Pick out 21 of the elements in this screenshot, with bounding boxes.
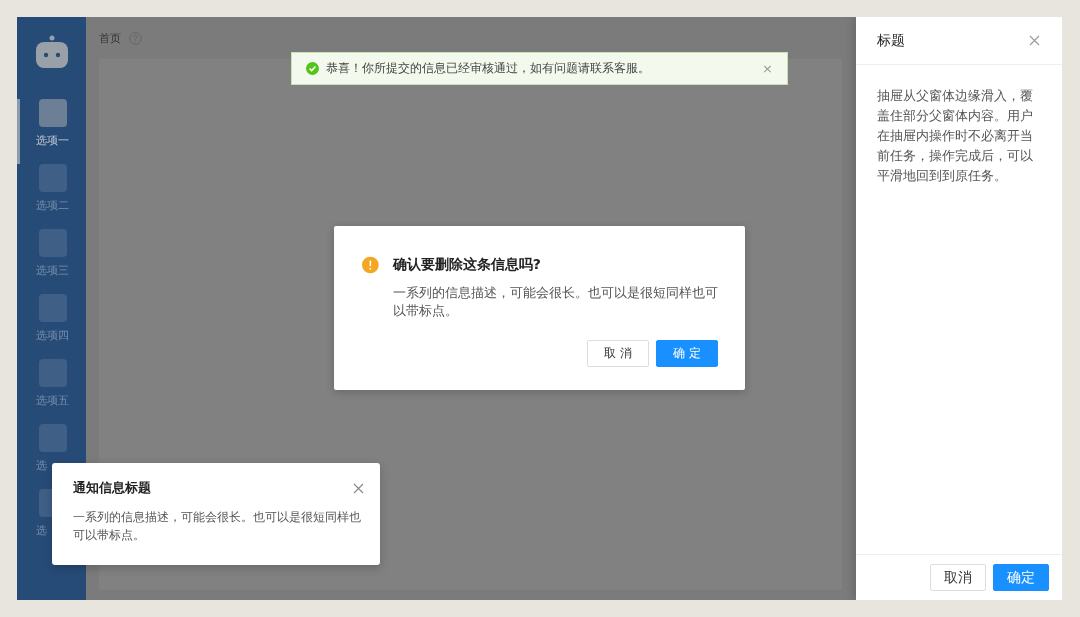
drawer-title: 标题 bbox=[877, 31, 905, 50]
sidebar-item[interactable]: 选项四 bbox=[17, 294, 86, 359]
message-text: 恭喜！你所提交的信息已经审核通过，如有问题请联系客服。 bbox=[326, 60, 651, 77]
close-icon[interactable] bbox=[1029, 35, 1040, 46]
close-button[interactable]: × bbox=[758, 61, 777, 76]
check-circle-icon bbox=[306, 62, 319, 75]
confirm-button[interactable]: 确 定 bbox=[656, 340, 718, 367]
notification-title: 通知信息标题 bbox=[73, 479, 151, 497]
drawer-text: 抽屉从父窗体边缘滑入，覆盖住部分父窗体内容。用户在抽屉内操作时不必离开当前任务，操作完成后，可以平滑地回到到原任务。 bbox=[876, 87, 1034, 185]
robot-logo-icon bbox=[34, 35, 69, 69]
cancel-button[interactable]: 取 消 bbox=[587, 340, 650, 367]
sidebar-item[interactable]: 选项五 bbox=[17, 359, 86, 424]
exclamation-circle-icon bbox=[362, 255, 379, 275]
notification-description: 一系列的信息描述，可能会很长。也可以是很短同样也可以带标点。 bbox=[73, 509, 362, 544]
dialog-title: 确认要删除这条信息吗? bbox=[392, 256, 542, 274]
breadcrumb-item[interactable]: 首页 bbox=[99, 30, 121, 46]
cancel-button[interactable]: 取消 bbox=[930, 564, 986, 591]
dialog-description: 一系列的信息描述，可能会很长。也可以是很短同样也可以带标点。 bbox=[392, 284, 718, 320]
confirm-button[interactable]: 确定 bbox=[993, 564, 1049, 591]
sidebar-item[interactable]: 选项二 bbox=[17, 164, 86, 229]
close-icon[interactable] bbox=[353, 482, 364, 494]
